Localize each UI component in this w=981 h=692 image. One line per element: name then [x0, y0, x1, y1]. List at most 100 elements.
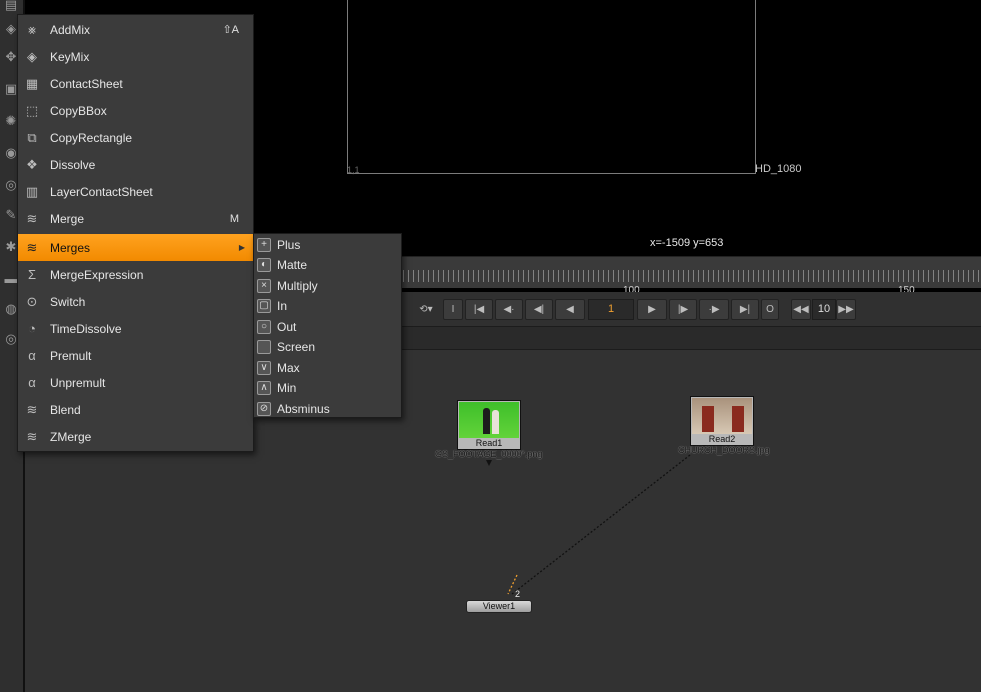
previous-frame-icon[interactable]: ◀| — [525, 299, 553, 320]
submenu-item-label: Multiply — [277, 279, 318, 293]
menu-item-label: CopyRectangle — [50, 130, 133, 145]
menu-item-merges[interactable]: ≋ Merges ▶ — [18, 234, 253, 261]
read1-filename: GS_FOOTAGE_0000*.png — [435, 449, 543, 459]
submenu-item-label: Absminus — [277, 402, 330, 416]
viewer-format-name: HD_1080 — [755, 163, 802, 175]
menu-item-layercontactsheet[interactable]: ▥ LayerContactSheet — [18, 178, 253, 205]
menu-item-label: KeyMix — [50, 49, 90, 64]
last-frame-icon[interactable]: ▶| — [731, 299, 759, 320]
menu-item-merge[interactable]: ≋ Merge M — [18, 205, 253, 232]
menu-item-addmix[interactable]: ⨳ AddMix ⇧A — [18, 16, 253, 43]
addmix-icon: ⨳ — [27, 21, 37, 37]
submenu-item-label: Plus — [277, 238, 301, 252]
first-frame-icon[interactable]: |◀ — [465, 299, 493, 320]
menu-item-label: MergeExpression — [50, 267, 144, 282]
next-frame-icon[interactable]: |▶ — [669, 299, 697, 320]
format-bounding-box — [347, 0, 756, 174]
menu-item-contactsheet[interactable]: ▦ ContactSheet — [18, 70, 253, 97]
menu-item-timedissolve[interactable]: ◔ TimeDissolve — [18, 315, 253, 342]
menu-item-copyrectangle[interactable]: ⧉ CopyRectangle — [18, 124, 253, 151]
menu-item-label: Merge — [50, 211, 85, 226]
next-keyframe-icon[interactable]: ·▶ — [699, 299, 729, 320]
previous-keyframe-icon[interactable]: ◀· — [495, 299, 523, 320]
submenu-item-min[interactable]: ∧ Min — [254, 378, 401, 398]
viewer-corner-label: 1,1 — [347, 165, 360, 175]
play-forward-icon[interactable]: ▶ — [637, 299, 667, 320]
plus-icon: + — [257, 238, 271, 252]
merge-menu: ⨳ AddMix ⇧A ◈ KeyMix ▦ ContactSheet ⬚ Co… — [17, 14, 254, 452]
menu-item-unpremult[interactable]: α Unpremult — [18, 369, 253, 396]
merge-icon: ≋ — [26, 210, 38, 226]
menu-item-label: CopyBBox — [50, 103, 107, 118]
set-in-point-button[interactable]: I — [443, 299, 463, 320]
menu-item-label: Dissolve — [50, 157, 96, 172]
menu-item-copybbox[interactable]: ⬚ CopyBBox — [18, 97, 253, 124]
step-back-increment-icon[interactable]: ◀◀ — [791, 299, 811, 320]
frame-increment-field[interactable]: 10 — [812, 299, 836, 320]
read1-node-label: Read1 — [475, 438, 503, 448]
read2-node-label: Read2 — [708, 434, 736, 444]
play-backward-icon[interactable]: ◀ — [555, 299, 585, 320]
viewer1-node[interactable]: Viewer1 — [466, 600, 532, 613]
timedissolve-icon: ◔ — [28, 320, 36, 336]
read1-figure-left — [483, 408, 490, 434]
read2-node[interactable]: Read2 — [690, 396, 754, 446]
menu-item-premult[interactable]: α Premult — [18, 342, 253, 369]
merges-submenu: + Plus ◐ Matte × Multiply ▢ In ○ Out Scr… — [253, 233, 402, 418]
submenu-item-screen[interactable]: Screen — [254, 337, 401, 357]
read1-node[interactable]: Read1 — [457, 400, 521, 450]
step-forward-increment-icon[interactable]: ▶▶ — [836, 299, 856, 320]
dissolve-icon: ❖ — [26, 156, 38, 172]
submenu-item-label: Out — [277, 320, 297, 334]
read1-thumbnail — [459, 402, 519, 438]
menu-item-shortcut: ⇧A — [222, 24, 239, 36]
read2-filename: CHURCH_DOORS.jpg — [678, 445, 770, 455]
menu-item-label: Premult — [50, 348, 92, 363]
menu-item-keymix[interactable]: ◈ KeyMix — [18, 43, 253, 70]
current-frame-field[interactable]: 1 — [588, 299, 634, 320]
keymix-icon: ◈ — [27, 48, 37, 64]
menu-item-zmerge[interactable]: ≋ ZMerge — [18, 423, 253, 450]
menu-item-dissolve[interactable]: ❖ Dissolve — [18, 151, 253, 178]
contactsheet-icon: ▦ — [25, 75, 39, 91]
image-toolbar-icon[interactable]: ▤ — [2, 0, 20, 14]
menu-item-mergeexpression[interactable]: Σ MergeExpression — [18, 261, 253, 288]
switch-icon: ⊙ — [26, 293, 38, 309]
zmerge-icon: ≋ — [26, 428, 38, 444]
submenu-item-label: Min — [277, 381, 297, 395]
menu-item-blend[interactable]: ≋ Blend — [18, 396, 253, 423]
submenu-item-label: Max — [277, 361, 300, 375]
layercontactsheet-icon: ▥ — [25, 183, 39, 199]
menu-item-label: LayerContactSheet — [50, 184, 153, 199]
submenu-item-absminus[interactable]: ⊘ Absminus — [254, 399, 401, 419]
submenu-item-out[interactable]: ○ Out — [254, 317, 401, 337]
read2-door-right — [732, 406, 744, 432]
mergeexpression-icon: Σ — [27, 266, 37, 282]
submenu-arrow-icon: ▶ — [238, 243, 245, 252]
submenu-item-multiply[interactable]: × Multiply — [254, 276, 401, 296]
submenu-item-matte[interactable]: ◐ Matte — [254, 255, 401, 275]
min-icon: ∧ — [257, 381, 271, 395]
submenu-item-plus[interactable]: + Plus — [254, 235, 401, 255]
menu-item-label: Blend — [50, 402, 81, 417]
read1-figure-right — [492, 410, 499, 434]
set-out-point-button[interactable]: O — [761, 299, 779, 320]
submenu-item-in[interactable]: ▢ In — [254, 296, 401, 316]
read2-door-left — [702, 406, 714, 432]
timeline-ruler[interactable] — [403, 270, 981, 282]
submenu-item-label: In — [277, 299, 288, 313]
blend-icon: ≋ — [26, 401, 38, 417]
copybbox-icon: ⬚ — [25, 102, 39, 118]
matte-icon: ◐ — [257, 258, 271, 272]
viewer-coordinate-readout: x=-1509 y=653 — [650, 237, 724, 249]
submenu-item-label: Screen — [277, 340, 316, 354]
playback-mode-icon[interactable]: ⟲▾ — [412, 299, 440, 320]
multiply-icon: × — [257, 279, 271, 293]
merges-icon: ≋ — [26, 239, 38, 255]
submenu-item-max[interactable]: ∨ Max — [254, 358, 401, 378]
menu-item-switch[interactable]: ⊙ Switch — [18, 288, 253, 315]
menu-item-label: Unpremult — [50, 375, 106, 390]
screen-icon — [257, 340, 271, 354]
menu-item-label: TimeDissolve — [50, 321, 122, 336]
menu-item-label: AddMix — [50, 22, 91, 37]
